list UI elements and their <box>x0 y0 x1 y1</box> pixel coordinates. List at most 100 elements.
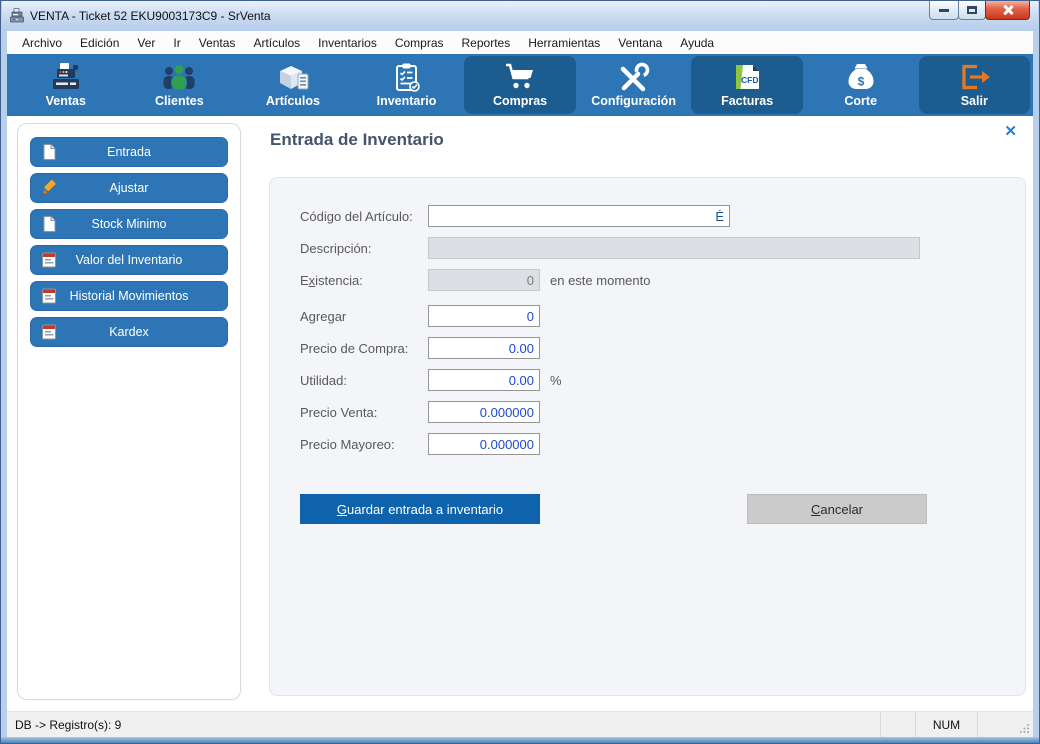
tools-icon <box>616 62 652 92</box>
close-icon <box>1002 4 1014 16</box>
precio-mayoreo-input[interactable] <box>428 433 540 455</box>
clients-people-icon <box>161 62 197 92</box>
status-cell <box>977 712 1017 737</box>
descripcion-input <box>428 237 920 259</box>
toolbar-inventario[interactable]: Inventario <box>351 56 463 114</box>
menu-articulos[interactable]: Artículos <box>244 33 309 53</box>
sidebar-item-kardex[interactable]: Kardex <box>30 317 228 347</box>
status-cell <box>880 712 915 737</box>
report-icon <box>40 251 58 269</box>
pencil-icon <box>40 179 58 197</box>
toolbar-facturas-label: Facturas <box>721 94 773 108</box>
existencia-suffix: en este momento <box>550 273 650 288</box>
agregar-label: Agregar <box>300 309 428 324</box>
utilidad-suffix: % <box>550 373 562 388</box>
app-window: VENTA - Ticket 52 EKU9003173C9 - SrVenta… <box>0 0 1040 744</box>
toolbar-clientes[interactable]: Clientes <box>124 56 236 114</box>
app-cash-register-icon <box>9 8 25 23</box>
menu-ver[interactable]: Ver <box>128 33 164 53</box>
title-bar: VENTA - Ticket 52 EKU9003173C9 - SrVenta <box>2 1 1038 30</box>
codigo-label: Código del Artículo: <box>300 209 428 224</box>
num-lock-indicator: NUM <box>915 712 977 737</box>
sidebar-item-label: Stock Minimo <box>91 217 166 231</box>
resize-grip-icon <box>1019 723 1030 734</box>
codigo-input[interactable] <box>428 205 730 227</box>
toolbar-salir[interactable]: Salir <box>919 56 1031 114</box>
maximize-button[interactable] <box>958 1 986 20</box>
toolbar-compras[interactable]: Compras <box>464 56 576 114</box>
minimize-button[interactable] <box>929 1 959 20</box>
sidebar-item-entrada[interactable]: Entrada <box>30 137 228 167</box>
toolbar-corte-label: Corte <box>844 94 877 108</box>
menu-ventas[interactable]: Ventas <box>190 33 245 53</box>
sidebar-item-ajustar[interactable]: Ajustar <box>30 173 228 203</box>
guardar-entrada-button[interactable]: Guardar entrada a inventario <box>300 494 540 524</box>
menu-ventana[interactable]: Ventana <box>609 33 671 53</box>
sidebar-item-valor-del-inventario[interactable]: Valor del Inventario <box>30 245 228 275</box>
cfdi-invoice-icon: CFDI <box>729 62 765 92</box>
precio-venta-label: Precio Venta: <box>300 405 428 420</box>
exit-icon <box>956 62 992 92</box>
menu-edicion[interactable]: Edición <box>71 33 128 53</box>
sidebar-item-label: Historial Movimientos <box>70 289 189 303</box>
document-icon <box>40 143 58 161</box>
menu-ayuda[interactable]: Ayuda <box>671 33 723 53</box>
toolbar-clientes-label: Clientes <box>155 94 204 108</box>
existencia-input <box>428 269 540 291</box>
content-area: Entrada Ajustar <box>7 116 1033 711</box>
toolbar-inventario-label: Inventario <box>377 94 437 108</box>
utilidad-input[interactable] <box>428 369 540 391</box>
precio-compra-input[interactable] <box>428 337 540 359</box>
toolbar-facturas[interactable]: CFDI Facturas <box>691 56 803 114</box>
report-icon <box>40 287 58 305</box>
toolbar-configuracion[interactable]: Configuración <box>578 56 690 114</box>
menu-compras[interactable]: Compras <box>386 33 453 53</box>
sidebar-item-label: Entrada <box>107 145 151 159</box>
menu-inventarios[interactable]: Inventarios <box>309 33 386 53</box>
cancelar-button[interactable]: Cancelar <box>747 494 927 524</box>
toolbar-compras-label: Compras <box>493 94 547 108</box>
toolbar-ventas[interactable]: Ventas <box>10 56 122 114</box>
articles-box-icon <box>275 62 311 92</box>
menu-bar: Archivo Edición Ver Ir Ventas Artículos … <box>7 31 1033 54</box>
sidebar-item-label: Valor del Inventario <box>76 253 183 267</box>
cfdi-text: CFDI <box>741 75 761 85</box>
minimize-icon <box>939 9 949 12</box>
main-pane: Entrada de Inventario ✕ Código del Artíc… <box>255 116 1033 711</box>
page-title: Entrada de Inventario <box>270 130 444 150</box>
menu-herramientas[interactable]: Herramientas <box>519 33 609 53</box>
window-title: VENTA - Ticket 52 EKU9003173C9 - SrVenta <box>30 9 271 23</box>
menu-reportes[interactable]: Reportes <box>453 33 520 53</box>
descripcion-label: Descripción: <box>300 241 428 256</box>
window-bottom-border <box>1 737 1039 743</box>
report-icon <box>40 323 58 341</box>
inventory-clipboard-icon <box>388 62 424 92</box>
toolbar-configuracion-label: Configuración <box>591 94 676 108</box>
close-button[interactable] <box>985 1 1030 20</box>
sidebar: Entrada Ajustar <box>17 123 241 700</box>
entrada-inventario-form: Código del Artículo: Descripción: Existe… <box>269 177 1026 696</box>
agregar-input[interactable] <box>428 305 540 327</box>
menu-ir[interactable]: Ir <box>164 33 189 53</box>
sidebar-item-label: Ajustar <box>110 181 149 195</box>
menu-archivo[interactable]: Archivo <box>13 33 71 53</box>
app-client-area: Archivo Edición Ver Ir Ventas Artículos … <box>7 31 1033 737</box>
precio-venta-input[interactable] <box>428 401 540 423</box>
toolbar-articulos[interactable]: Artículos <box>237 56 349 114</box>
document-icon <box>40 215 58 233</box>
precio-mayoreo-label: Precio Mayoreo: <box>300 437 428 452</box>
sidebar-item-stock-minimo[interactable]: Stock Minimo <box>30 209 228 239</box>
toolbar-corte[interactable]: $ Corte <box>805 56 917 114</box>
sidebar-item-historial-movimientos[interactable]: Historial Movimientos <box>30 281 228 311</box>
maximize-icon <box>967 6 977 14</box>
status-bar: DB -> Registro(s): 9 NUM <box>7 711 1033 737</box>
toolbar-articulos-label: Artículos <box>266 94 320 108</box>
sidebar-item-label: Kardex <box>109 325 149 339</box>
window-controls <box>930 1 1030 20</box>
main-toolbar: Ventas Clientes <box>7 54 1033 116</box>
resize-grip[interactable] <box>1017 712 1033 737</box>
toolbar-salir-label: Salir <box>961 94 988 108</box>
precio-compra-label: Precio de Compra: <box>300 341 428 356</box>
cash-register-icon <box>48 62 84 92</box>
close-panel-icon[interactable]: ✕ <box>1004 122 1017 140</box>
